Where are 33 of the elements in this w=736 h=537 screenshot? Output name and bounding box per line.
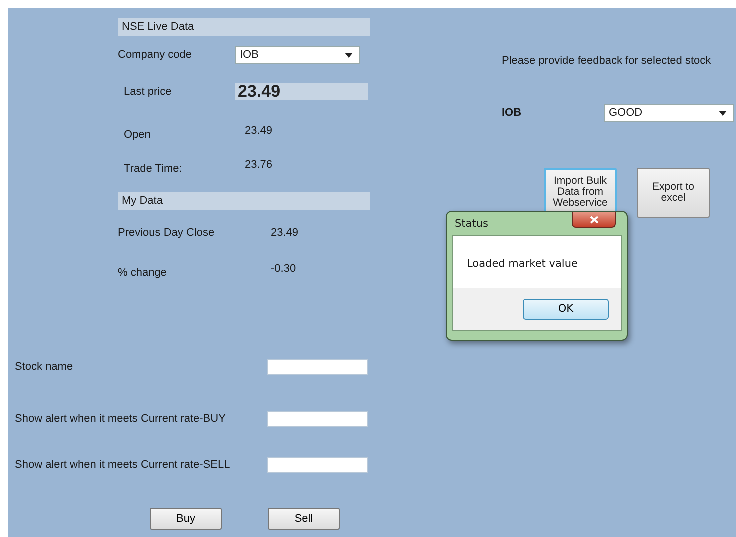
dropdown-arrow-icon <box>719 110 727 116</box>
trade-button[interactable]: Sell <box>268 508 340 530</box>
last-price-value: 23.49 <box>235 83 368 100</box>
field-label: Previous Day Close <box>118 227 216 239</box>
tool-button[interactable]: Export to excel <box>637 168 710 218</box>
field-label: Company code <box>118 49 193 61</box>
section-header: NSE Live Data <box>118 18 370 36</box>
field-value: 23.49 <box>270 227 299 239</box>
field-label: Trade Time: <box>123 163 184 175</box>
dialog-title: Status <box>454 217 488 232</box>
feedback-prompt: Please provide feedback for selected stock <box>502 55 712 67</box>
stock-code: IOB <box>502 107 523 119</box>
field-label: Stock name <box>15 361 74 373</box>
close-button[interactable] <box>572 212 616 228</box>
input-field[interactable] <box>267 411 368 427</box>
dropdown-arrow-icon <box>345 52 353 58</box>
field-label: Last price <box>123 86 173 98</box>
field-value: 23.49 <box>244 125 273 137</box>
input-field[interactable] <box>267 457 368 473</box>
section-header: My Data <box>118 192 370 210</box>
field-label: Show alert when it meets Current rate-SELL <box>15 459 232 471</box>
dialog-message: Loaded market value <box>466 257 579 272</box>
field-label: Open <box>123 129 152 141</box>
input-field[interactable] <box>267 359 368 375</box>
company-code-dropdown[interactable]: IOB <box>235 46 360 64</box>
field-label: % change <box>118 267 168 279</box>
trade-button[interactable]: Buy <box>150 508 222 530</box>
rating-dropdown[interactable]: GOOD <box>604 104 734 122</box>
field-value: -0.30 <box>270 263 296 275</box>
ok-button[interactable]: OK <box>523 298 609 320</box>
field-label: Show alert when it meets Current rate-BUY <box>15 413 227 425</box>
close-icon <box>590 216 598 224</box>
field-value: 23.76 <box>244 159 273 171</box>
